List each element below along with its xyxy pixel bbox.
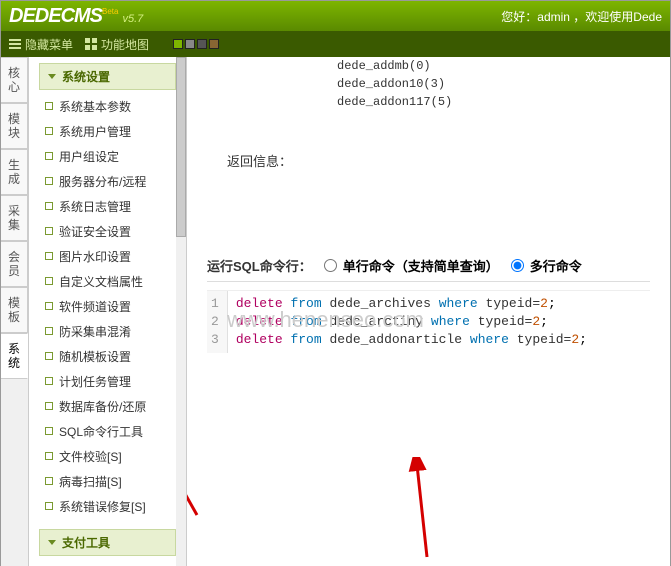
left-tab[interactable]: 采集 [1,195,28,241]
color-swatch[interactable] [209,39,219,49]
radio-single-label: 单行命令（支持简单查询） [343,256,499,275]
left-tab[interactable]: 会员 [1,241,28,287]
logo: DEDECMS Beta v5.7 [9,5,143,28]
menu-item[interactable]: 数据库备份/还原 [39,394,176,419]
menu-item[interactable]: 自定义文档属性 [39,269,176,294]
grid-icon [85,38,97,50]
table-list: dede_addmb(0)dede_addon10(3)dede_addon11… [187,57,670,111]
logo-beta: Beta [102,7,118,16]
menu-item[interactable]: 防采集串混淆 [39,319,176,344]
group-header[interactable]: 系统设置 [39,63,176,90]
sidebar-group: 支付工具点卡产品分类点卡产品管理会员产品分类 [39,529,176,566]
table-row: dede_addon10(3) [337,75,670,93]
menu-item[interactable]: 验证安全设置 [39,219,176,244]
table-row: dede_addmb(0) [337,57,670,75]
return-info-label: 返回信息： [227,151,670,170]
color-swatch[interactable] [185,39,195,49]
menu-item[interactable]: 病毒扫描[S] [39,469,176,494]
table-row: dede_addon117(5) [337,93,670,111]
scrollbar-track[interactable] [176,57,186,566]
sidebar: 系统设置系统基本参数系统用户管理用户组设定服务器分布/远程系统日志管理验证安全设… [29,57,187,566]
radio-multi-line[interactable]: 多行命令 [511,256,582,275]
radio-single[interactable] [324,259,337,272]
theme-colors [173,39,219,49]
sitemap-button[interactable]: 功能地图 [85,36,149,53]
watermark-text: www.henenseo.com [227,307,424,333]
welcome-text: 您好：admin ，欢迎使用Dede [501,8,662,25]
left-tab[interactable]: 生成 [1,149,28,195]
menu-item[interactable]: 计划任务管理 [39,369,176,394]
sql-run-label: 运行SQL命令行： [207,256,312,275]
left-tab-strip: 核心模块生成采集会员模板系统 [1,57,29,566]
hide-menu-button[interactable]: 隐藏菜单 [9,36,73,53]
sitemap-label: 功能地图 [101,36,149,53]
color-swatch[interactable] [173,39,183,49]
menu-item[interactable]: 点卡产品分类 [39,560,176,566]
left-tab[interactable]: 模板 [1,287,28,333]
menu-item[interactable]: 系统用户管理 [39,119,176,144]
hide-menu-label: 隐藏菜单 [25,36,73,53]
chevron-down-icon [48,540,56,545]
menu-item[interactable]: SQL命令行工具 [39,419,176,444]
left-tab[interactable]: 核心 [1,57,28,103]
logo-text: DEDECMS [9,5,102,28]
code-line: delete from dede_addonarticle where type… [236,331,587,349]
sql-section: 运行SQL命令行： 单行命令（支持简单查询） 多行命令 123 delete f… [187,250,670,353]
color-swatch[interactable] [197,39,207,49]
annotation-arrow [397,457,447,566]
menu-item[interactable]: 系统基本参数 [39,94,176,119]
toolbar: 隐藏菜单 功能地图 [1,31,670,57]
chevron-down-icon [48,74,56,79]
logo-version: v5.7 [122,13,143,25]
left-tab[interactable]: 模块 [1,103,28,149]
radio-multi[interactable] [511,259,524,272]
menu-item[interactable]: 系统错误修复[S] [39,494,176,519]
menu-item[interactable]: 图片水印设置 [39,244,176,269]
menu-item[interactable]: 服务器分布/远程 [39,169,176,194]
radio-single-line[interactable]: 单行命令（支持简单查询） [324,256,499,275]
annotation-arrow [187,415,207,525]
sql-header: 运行SQL命令行： 单行命令（支持简单查询） 多行命令 [207,250,650,282]
group-header[interactable]: 支付工具 [39,529,176,556]
menu-item[interactable]: 软件频道设置 [39,294,176,319]
content-area: dede_addmb(0)dede_addon10(3)dede_addon11… [187,57,670,566]
menu-item[interactable]: 用户组设定 [39,144,176,169]
group-title: 系统设置 [62,68,110,85]
menu-item[interactable]: 随机模板设置 [39,344,176,369]
menu-item[interactable]: 文件校验[S] [39,444,176,469]
app-header: DEDECMS Beta v5.7 您好：admin ，欢迎使用Dede [1,1,670,31]
sidebar-group: 系统设置系统基本参数系统用户管理用户组设定服务器分布/远程系统日志管理验证安全设… [39,63,176,523]
line-gutter: 123 [207,291,228,353]
group-title: 支付工具 [62,534,110,551]
menu-item[interactable]: 系统日志管理 [39,194,176,219]
list-icon [9,38,21,50]
scrollbar-thumb[interactable] [176,57,186,237]
radio-multi-label: 多行命令 [530,256,582,275]
left-tab[interactable]: 系统 [1,333,28,379]
